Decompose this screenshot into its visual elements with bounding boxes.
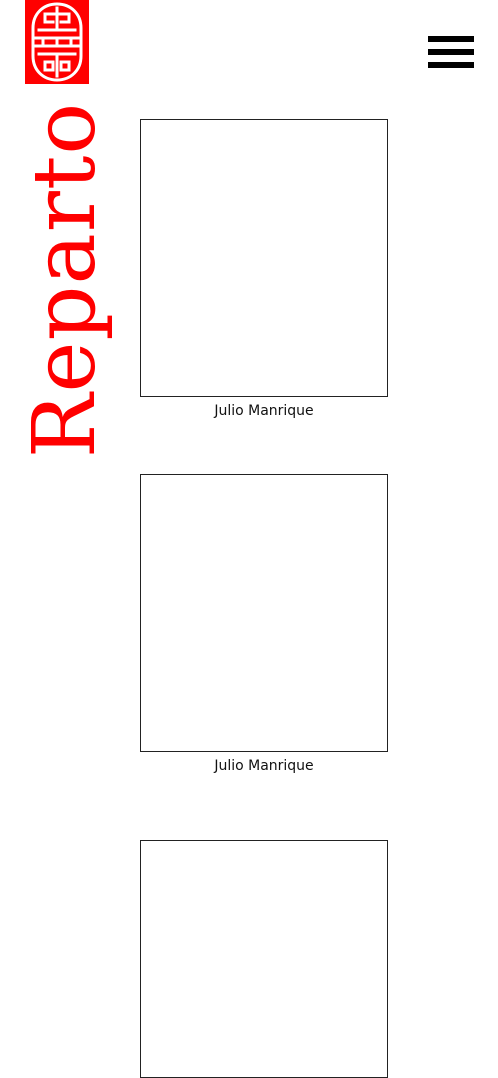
cast-name[interactable]: Julio Manrique xyxy=(140,403,388,419)
cast-photo[interactable] xyxy=(140,840,388,1078)
cast-card[interactable] xyxy=(140,840,388,1078)
chinese-shou-symbol-icon xyxy=(31,2,83,82)
logo[interactable] xyxy=(25,0,89,84)
cast-photo[interactable] xyxy=(140,119,388,397)
hamburger-menu-icon xyxy=(428,36,474,42)
section-title-container: Reparto xyxy=(15,102,115,458)
cast-photo[interactable] xyxy=(140,474,388,752)
hamburger-menu-icon-bar xyxy=(428,49,474,55)
cast-name[interactable]: Julio Manrique xyxy=(140,758,388,774)
cast-card[interactable]: Julio Manrique xyxy=(140,474,388,774)
menu-button[interactable] xyxy=(428,36,474,68)
hamburger-menu-icon-bar xyxy=(428,62,474,68)
cast-card[interactable]: Julio Manrique xyxy=(140,119,388,419)
section-title: Reparto xyxy=(15,101,115,459)
